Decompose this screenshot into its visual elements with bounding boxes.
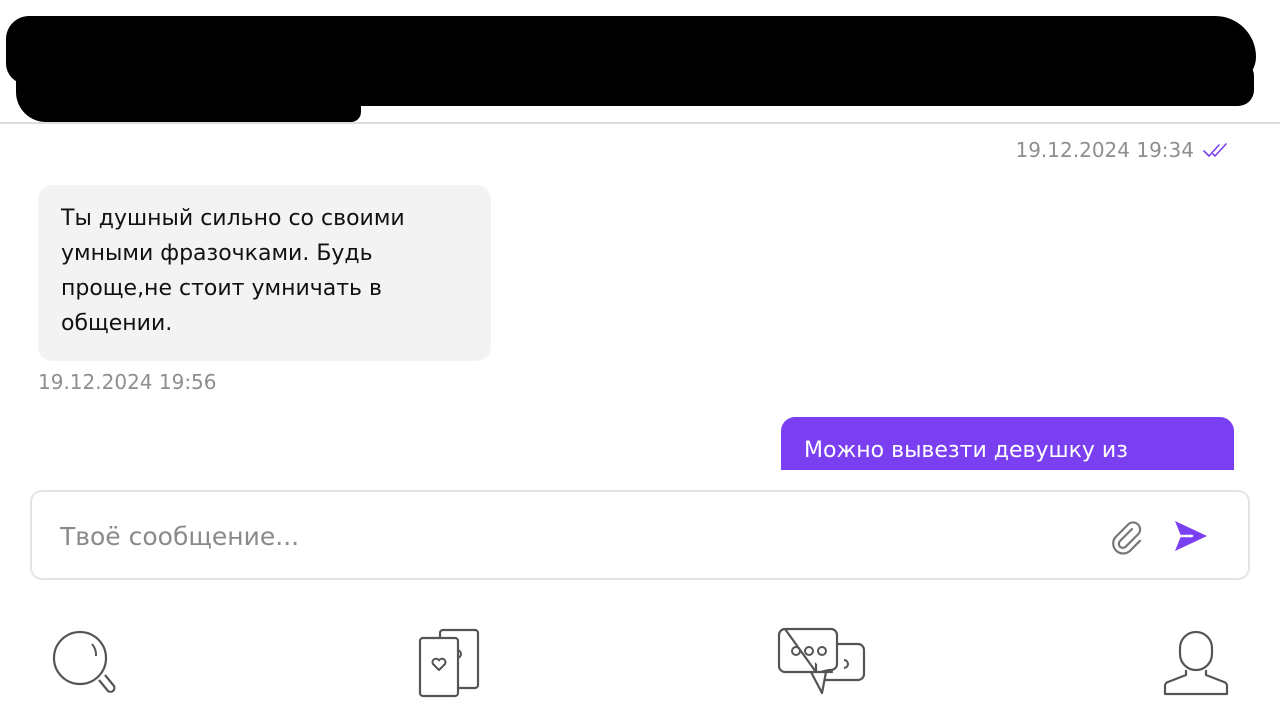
incoming-message-bubble[interactable]: Ты душный сильно со своими умными фразоч… <box>38 185 491 361</box>
paperclip-icon[interactable] <box>1110 520 1144 560</box>
bottom-nav <box>0 610 1280 720</box>
message-input[interactable] <box>58 492 1082 580</box>
profile-icon[interactable] <box>1162 628 1230 698</box>
outgoing-message-bubble[interactable]: Можно вывезти девушку из <box>781 417 1234 470</box>
send-icon[interactable] <box>1172 518 1210 558</box>
message-line: проще,не стоит умничать в <box>61 276 382 301</box>
message-timestamp: 19.12.2024 19:56 <box>38 370 217 394</box>
chats-icon[interactable] <box>776 626 868 698</box>
sent-message-meta: 19.12.2024 19:34 <box>1015 138 1232 162</box>
message-line: Можно вывезти девушку из <box>804 438 1128 463</box>
message-line: общении. <box>61 311 173 336</box>
message-line: Ты душный сильно со своими <box>61 206 405 231</box>
chat-header-redacted <box>0 0 1280 124</box>
cards-icon[interactable] <box>414 626 486 700</box>
message-timestamp: 19.12.2024 19:34 <box>1015 138 1194 162</box>
double-check-icon <box>1202 141 1232 159</box>
search-icon[interactable] <box>50 628 122 700</box>
redaction-scribble <box>16 70 361 122</box>
redaction-scribble <box>944 60 1254 106</box>
message-list[interactable]: 19.12.2024 19:34 Ты душный сильно со сво… <box>0 126 1280 470</box>
message-composer <box>30 490 1250 580</box>
message-line: умными фразочками. Будь <box>61 241 373 266</box>
